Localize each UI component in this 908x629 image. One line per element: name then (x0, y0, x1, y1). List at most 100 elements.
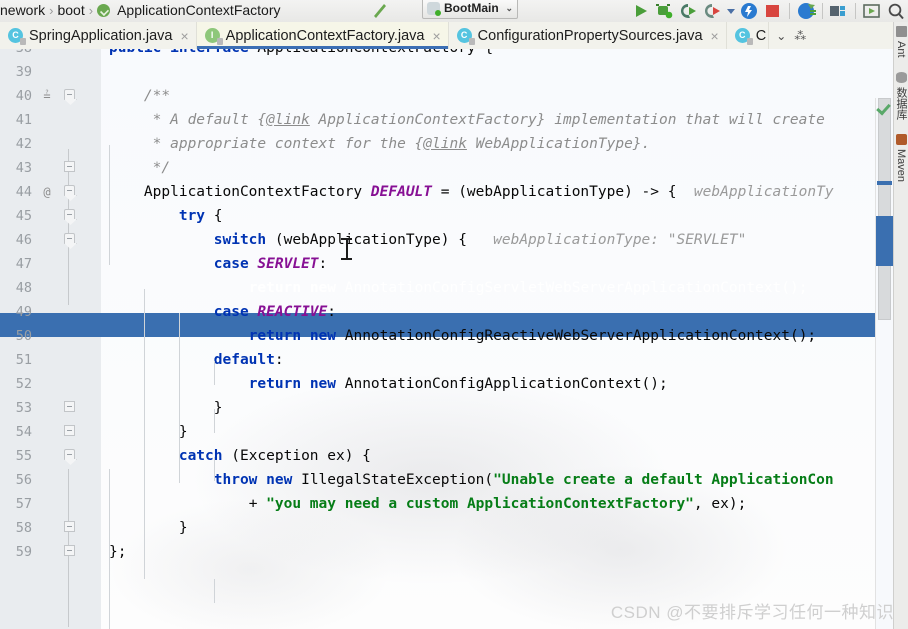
code-editor[interactable]: 38 39 40 41 42 43 44 45 46 47 48 49 50 51 52 53 54 55 56 57… (0, 49, 908, 629)
line-number: 48 (15, 280, 32, 296)
scrollbar-caret-marker[interactable] (877, 181, 892, 185)
tool-tab-maven[interactable]: Maven (895, 133, 907, 182)
debug-icon[interactable] (653, 1, 677, 21)
indent-guide (214, 579, 215, 603)
run-configuration-selector[interactable]: BootMain ⌄ (422, 0, 518, 19)
fold-expanded-icon[interactable] (63, 204, 77, 228)
indent-guide (144, 289, 145, 579)
make-project-icon[interactable] (370, 2, 396, 20)
editor-scrollbar[interactable] (875, 98, 893, 629)
editor-tab-label: C (755, 27, 767, 44)
code-line[interactable]: /** (109, 84, 170, 108)
code-line[interactable]: return new AnnotationConfigApplicationCo… (109, 372, 668, 396)
annotation-gutter-icon[interactable]: @ (38, 180, 56, 204)
fold-expanded-icon[interactable] (63, 84, 77, 108)
line-number: 42 (15, 136, 32, 152)
indent-guide (109, 469, 110, 629)
line-number: 46 (15, 232, 32, 248)
code-line[interactable]: } (109, 516, 188, 540)
code-line[interactable]: switch (webApplicationType) { webApplica… (109, 228, 747, 252)
code-line[interactable]: * appropriate context for the {@link Web… (109, 132, 651, 156)
fold-connector-line (68, 245, 69, 305)
line-number: 43 (15, 160, 32, 176)
code-line[interactable]: + "you may need a custom ApplicationCont… (109, 492, 747, 516)
toolbar-divider (789, 3, 790, 19)
fold-expanded-icon[interactable] (63, 228, 77, 252)
close-icon[interactable]: × (180, 29, 188, 43)
scrollbar-selection-marker[interactable] (876, 216, 893, 266)
code-line[interactable]: return new AnnotationConfigServletWebSer… (109, 276, 808, 300)
spring-boot-run-icon (427, 1, 441, 16)
code-line[interactable]: throw new IllegalStateException("Unable … (109, 468, 834, 492)
line-number: 45 (15, 208, 32, 224)
indent-guide (214, 409, 215, 433)
code-content[interactable]: public interface ApplicationContextFacto… (101, 49, 908, 629)
indent-guide (214, 457, 215, 481)
class-file-icon: C (456, 28, 475, 45)
editor-tab-applicationcontextfactory[interactable]: I ApplicationContextFactory.java × (196, 22, 449, 49)
toolbar-divider (822, 3, 823, 19)
tool-tab-ant[interactable]: Ant (895, 26, 907, 58)
fold-connector-line (68, 567, 69, 627)
preview-icon[interactable] (860, 1, 884, 21)
stop-icon[interactable] (761, 1, 785, 21)
run-with-coverage-icon[interactable] (677, 1, 701, 21)
tool-tab-label: 数据库 (895, 86, 907, 120)
attach-debugger-icon[interactable] (737, 1, 761, 21)
fold-collapsed-icon[interactable] (63, 540, 77, 564)
fold-collapsed-icon[interactable] (63, 420, 77, 444)
code-line[interactable]: return new AnnotationConfigReactiveWebSe… (109, 324, 816, 348)
close-icon[interactable]: × (432, 29, 440, 43)
run-icon[interactable] (629, 1, 653, 21)
indent-guide (214, 361, 215, 385)
code-line[interactable]: catch (Exception ex) { (109, 444, 371, 468)
code-line[interactable]: */ (109, 156, 170, 180)
inspection-ok-check-icon[interactable] (875, 101, 891, 117)
breadcrumb-item-framework[interactable]: nework (0, 2, 45, 18)
close-icon[interactable]: × (711, 29, 719, 43)
toolbar-actions (629, 0, 908, 22)
layout-icon[interactable] (827, 1, 851, 21)
structure-gutter-icon[interactable]: ≟ (38, 84, 56, 108)
editor-tab-label: SpringApplication.java (29, 27, 173, 44)
code-line[interactable]: } (109, 396, 223, 420)
profile-dropdown-icon[interactable] (725, 1, 737, 21)
editor-tab-springapplication[interactable]: C SpringApplication.java × (0, 22, 197, 49)
breadcrumb-item-class[interactable]: ApplicationContextFactory (117, 2, 280, 18)
breadcrumb-item-boot[interactable]: boot (57, 2, 84, 18)
code-line[interactable]: } (109, 420, 188, 444)
main-toolbar: nework › boot › ApplicationContextFactor… (0, 0, 908, 22)
chevron-down-icon[interactable]: ⌄ (505, 3, 513, 14)
fold-collapsed-icon[interactable] (63, 156, 77, 180)
tab-list-chevron-down-icon[interactable]: ⌄ (769, 22, 793, 49)
fold-collapsed-icon[interactable] (63, 396, 77, 420)
line-number: 49 (15, 304, 32, 320)
fold-collapsed-icon[interactable] (63, 516, 77, 540)
line-number: 52 (15, 376, 32, 392)
line-number: 50 (15, 328, 32, 344)
code-line[interactable]: public interface ApplicationContextFacto… (109, 49, 493, 60)
code-line[interactable]: default: (109, 348, 284, 372)
code-line[interactable]: try { (109, 204, 223, 228)
code-line[interactable]: }; (109, 540, 126, 564)
code-line[interactable]: * A default {@link ApplicationContextFac… (109, 108, 825, 132)
indent-guide (109, 145, 110, 265)
tool-tab-database[interactable]: 数据库 (893, 71, 908, 120)
fold-expanded-icon[interactable] (63, 444, 77, 468)
tab-pin-icon[interactable]: ⁂ (793, 22, 807, 49)
scrollbar-thumb[interactable] (878, 98, 891, 320)
line-number: 47 (15, 256, 32, 272)
spring-boot-icon[interactable] (794, 1, 818, 21)
code-line[interactable]: case SERVLET: (109, 252, 328, 276)
editor-tab-configurationpropertysources[interactable]: C ConfigurationPropertySources.java × (448, 22, 727, 49)
profile-icon[interactable] (701, 1, 725, 21)
watermark-text: CSDN @不要排斥学习任何一种知识 (610, 603, 894, 622)
tool-tab-label: Maven (895, 148, 907, 182)
tool-tab-label: Ant (895, 41, 907, 58)
search-everywhere-icon[interactable] (884, 1, 908, 21)
code-line[interactable]: ApplicationContextFactory DEFAULT = (web… (109, 180, 834, 204)
fold-expanded-icon[interactable] (63, 180, 77, 204)
editor-tab-partial[interactable]: C C (726, 22, 770, 49)
indent-guide (179, 313, 180, 483)
line-number: 38 (0, 49, 32, 60)
